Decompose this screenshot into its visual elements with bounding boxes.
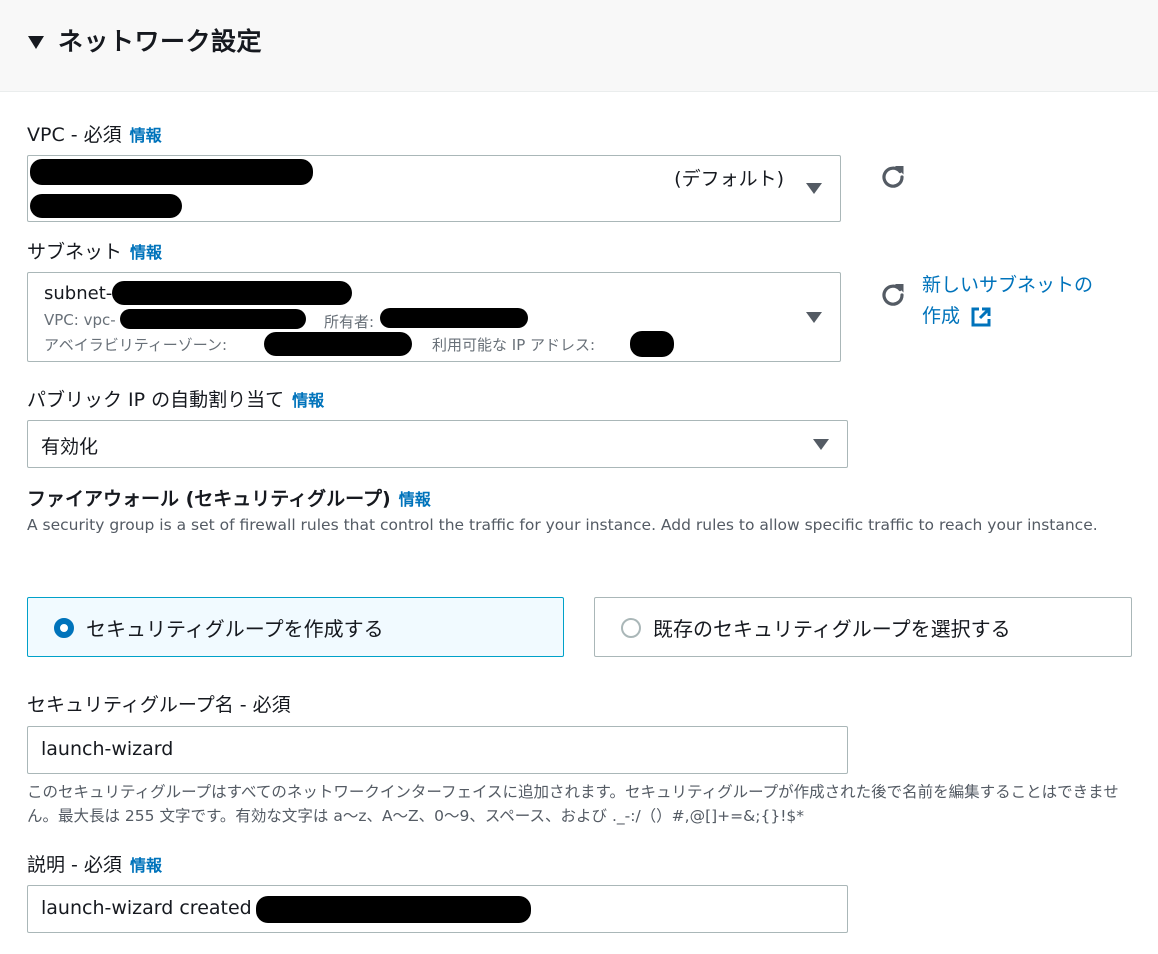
subnet-ip-label: 利用可能な IP アドレス: <box>432 336 596 354</box>
redacted-block <box>112 281 352 305</box>
description-input[interactable]: launch-wizard created <box>27 885 848 933</box>
radio-create-security-group[interactable]: セキュリティグループを作成する <box>27 597 564 657</box>
subnet-label: サブネット 情報 <box>27 237 162 264</box>
dropdown-arrow-icon <box>806 312 822 323</box>
description-label: 説明 - 必須 情報 <box>27 850 162 877</box>
vpc-select[interactable]: (デフォルト) <box>27 155 841 222</box>
firewall-label: ファイアウォール (セキュリティグループ) 情報 <box>27 484 431 511</box>
public-ip-info-link[interactable]: 情報 <box>292 391 324 410</box>
subnet-owner-label: 所有者: <box>324 313 375 331</box>
sg-name-value: launch-wizard <box>41 738 174 760</box>
dropdown-arrow-icon <box>806 183 822 194</box>
sg-name-hint: このセキュリティグループはすべてのネットワークインターフェイスに追加されます。セ… <box>27 783 1119 825</box>
redacted-block <box>30 159 313 185</box>
radio-unselected-icon[interactable] <box>621 618 641 638</box>
subnet-name: subnet- <box>44 283 113 304</box>
description-label-text: 説明 - 必須 <box>27 854 122 876</box>
radio-create-label: セキュリティグループを作成する <box>86 617 384 641</box>
create-subnet-link-line1: 新しいサブネットの <box>922 274 1094 296</box>
refresh-icon[interactable] <box>878 162 908 192</box>
subnet-select[interactable]: subnet- VPC: vpc- 所有者: アベイラビリティーゾーン: 利用可… <box>27 272 841 362</box>
create-subnet-link-line2: 作成 <box>922 305 961 327</box>
subnet-az-label: アベイラビリティーゾーン: <box>44 336 228 354</box>
description-info-link[interactable]: 情報 <box>130 856 162 875</box>
sg-name-label: セキュリティグループ名 - 必須 <box>27 694 291 716</box>
external-link-icon <box>971 307 991 326</box>
vpc-info-link[interactable]: 情報 <box>130 126 162 145</box>
redacted-block <box>264 332 412 356</box>
firewall-label-text: ファイアウォール (セキュリティグループ) <box>27 488 391 510</box>
redacted-block <box>380 308 528 328</box>
subnet-label-text: サブネット <box>27 241 123 263</box>
public-ip-label-text: パブリック IP の自動割り当て <box>27 389 285 411</box>
description-value: launch-wizard created <box>41 897 252 919</box>
redacted-block <box>120 309 306 329</box>
radio-existing-label: 既存のセキュリティグループを選択する <box>653 617 1011 641</box>
redacted-block <box>256 896 531 923</box>
subnet-info-link[interactable]: 情報 <box>130 243 162 262</box>
refresh-icon[interactable] <box>878 280 908 310</box>
public-ip-select[interactable]: 有効化 <box>27 420 848 468</box>
subnet-vpc-id: VPC: vpc- <box>44 311 116 329</box>
caret-down-icon[interactable] <box>28 36 44 50</box>
public-ip-label: パブリック IP の自動割り当て 情報 <box>27 385 324 412</box>
section-title: ネットワーク設定 <box>58 27 263 56</box>
sg-name-input[interactable]: launch-wizard <box>27 726 848 774</box>
radio-selected-icon[interactable] <box>54 618 74 638</box>
redacted-block <box>30 194 182 218</box>
section-header[interactable]: ネットワーク設定 <box>0 0 1158 92</box>
public-ip-value: 有効化 <box>41 436 99 458</box>
vpc-label-text: VPC - 必須 <box>27 124 122 146</box>
firewall-description: A security group is a set of firewall ru… <box>27 516 1098 534</box>
firewall-info-link[interactable]: 情報 <box>399 490 431 509</box>
vpc-default-tag: (デフォルト) <box>674 168 784 190</box>
vpc-label: VPC - 必須 情報 <box>27 120 162 147</box>
radio-existing-security-group[interactable]: 既存のセキュリティグループを選択する <box>594 597 1132 657</box>
redacted-block <box>630 331 674 357</box>
dropdown-arrow-icon <box>813 439 829 450</box>
create-subnet-link[interactable]: 新しいサブネットの 作成 <box>922 270 1093 332</box>
